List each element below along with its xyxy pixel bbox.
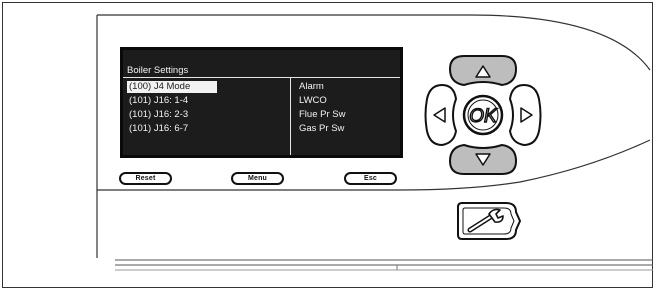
lcd-value-gas-pr-sw: Gas Pr Sw (299, 123, 345, 134)
lcd-value-lwco: LWCO (299, 95, 327, 106)
ok-button[interactable]: OK (462, 94, 504, 136)
ok-label: OK (469, 106, 498, 127)
lcd-value-alarm: Alarm (299, 81, 324, 92)
lcd-title-divider (123, 77, 400, 78)
esc-button[interactable]: Esc (344, 172, 397, 185)
lcd-title: Boiler Settings (127, 65, 189, 76)
navigation-dpad: OK (424, 55, 542, 175)
panel-base-edge (115, 259, 653, 271)
service-button[interactable] (456, 200, 522, 242)
menu-button[interactable]: Menu (231, 172, 284, 185)
reset-button[interactable]: Reset (119, 172, 172, 185)
lcd-setting-j16-6-7[interactable]: (101) J16: 6-7 (127, 123, 190, 135)
lcd-column-divider (290, 77, 291, 155)
lcd-setting-j4-mode[interactable]: (100) J4 Mode (127, 81, 217, 93)
lcd-setting-j16-1-4[interactable]: (101) J16: 1-4 (127, 95, 190, 107)
left-button[interactable] (424, 83, 458, 147)
right-button[interactable] (508, 83, 542, 147)
up-button[interactable] (448, 55, 518, 87)
down-button[interactable] (448, 143, 518, 175)
lcd-value-flue-pr-sw: Flue Pr Sw (299, 109, 346, 120)
lcd-setting-j16-2-3[interactable]: (101) J16: 2-3 (127, 109, 190, 121)
lcd-display: Boiler Settings (100) J4 Mode (101) J16:… (120, 47, 403, 158)
